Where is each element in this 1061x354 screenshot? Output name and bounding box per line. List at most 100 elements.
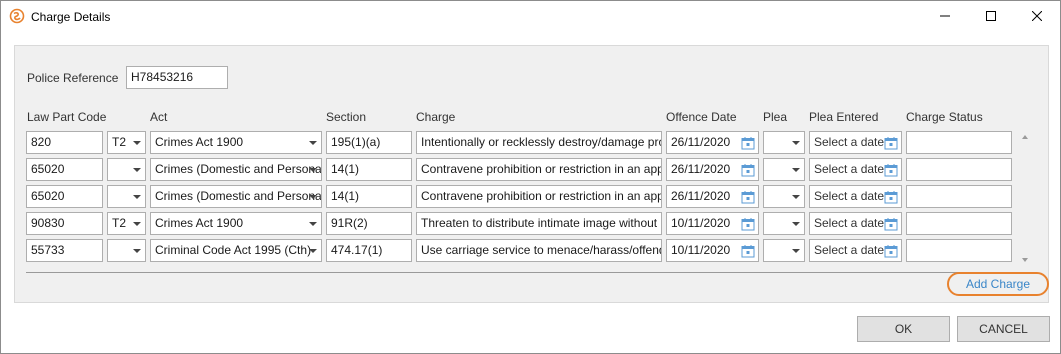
cancel-button[interactable]: CANCEL: [957, 316, 1050, 342]
close-icon: [1032, 11, 1042, 21]
scroll-down-icon[interactable]: [1022, 258, 1028, 262]
act-select[interactable]: Crimes (Domestic and Personal Violence) …: [150, 185, 322, 208]
col-header-act: Act: [150, 110, 168, 124]
offence-date-picker[interactable]: 10/11/2020: [666, 212, 759, 235]
close-button[interactable]: [1014, 1, 1060, 31]
part-select[interactable]: T2: [107, 131, 146, 154]
calendar-icon[interactable]: [884, 136, 898, 150]
offence-date-picker[interactable]: 26/11/2020: [666, 131, 759, 154]
col-header-law-part-code: Law Part Code: [27, 110, 107, 124]
calendar-icon[interactable]: [741, 190, 755, 204]
charge-input[interactable]: Threaten to distribute intimate image wi…: [416, 212, 662, 235]
col-header-section: Section: [326, 110, 367, 124]
law-part-code-input[interactable]: 65020: [26, 185, 103, 208]
plea-select[interactable]: [763, 131, 805, 154]
section-input[interactable]: 91R(2): [326, 212, 412, 235]
act-select[interactable]: Crimes (Domestic and Personal Violence) …: [150, 158, 322, 181]
part-select-value: T2: [112, 135, 127, 149]
part-select[interactable]: [107, 185, 146, 208]
part-select[interactable]: [107, 239, 146, 262]
charge-input[interactable]: Intentionally or recklessly destroy/dama…: [416, 131, 662, 154]
chevron-down-icon: [309, 168, 317, 172]
charge-status-input[interactable]: [906, 212, 1012, 235]
chevron-down-icon: [133, 249, 141, 253]
charge-status-input[interactable]: [906, 185, 1012, 208]
plea-select[interactable]: [763, 158, 805, 181]
offence-date-value: 26/11/2020: [671, 135, 731, 149]
charge-details-dialog: Charge Details Police Reference H7845321…: [0, 0, 1061, 354]
col-header-plea-entered: Plea Entered: [809, 110, 879, 124]
police-reference-input[interactable]: H78453216: [126, 66, 228, 89]
scroll-up-icon[interactable]: [1022, 135, 1028, 139]
section-input[interactable]: 14(1): [326, 185, 412, 208]
chevron-down-icon: [792, 222, 800, 226]
plea-select[interactable]: [763, 239, 805, 262]
plea-entered-value: Select a date: [814, 162, 885, 176]
chevron-down-icon: [792, 168, 800, 172]
police-reference-label: Police Reference: [27, 71, 119, 85]
plea-entered-picker[interactable]: Select a date: [809, 185, 902, 208]
offence-date-value: 10/11/2020: [671, 216, 731, 230]
chevron-down-icon: [133, 168, 141, 172]
law-part-code-input[interactable]: 90830: [26, 212, 103, 235]
minimize-button[interactable]: [922, 1, 968, 31]
law-part-code-input[interactable]: 65020: [26, 158, 103, 181]
act-select-value: Crimes Act 1900: [155, 135, 244, 149]
act-select-value: Criminal Code Act 1995 (Cth): [155, 243, 312, 257]
charge-status-input[interactable]: [906, 131, 1012, 154]
chevron-down-icon: [309, 222, 317, 226]
calendar-icon[interactable]: [884, 163, 898, 177]
plea-entered-value: Select a date: [814, 216, 885, 230]
maximize-icon: [986, 11, 996, 21]
plea-select[interactable]: [763, 212, 805, 235]
add-charge-link[interactable]: Add Charge: [947, 272, 1049, 296]
plea-entered-picker[interactable]: Select a date: [809, 239, 902, 262]
chevron-down-icon: [792, 141, 800, 145]
law-part-code-input[interactable]: 55733: [26, 239, 103, 262]
law-part-code-input[interactable]: 820: [26, 131, 103, 154]
part-select[interactable]: T2: [107, 212, 146, 235]
charge-input[interactable]: Contravene prohibition or restriction in…: [416, 158, 662, 181]
calendar-icon[interactable]: [884, 217, 898, 231]
act-select[interactable]: Crimes Act 1900: [150, 212, 322, 235]
plea-entered-picker[interactable]: Select a date: [809, 158, 902, 181]
app-logo-icon: [9, 8, 25, 24]
col-header-charge: Charge: [416, 110, 456, 124]
charge-status-input[interactable]: [906, 239, 1012, 262]
plea-entered-value: Select a date: [814, 135, 885, 149]
offence-date-picker[interactable]: 10/11/2020: [666, 239, 759, 262]
chevron-down-icon: [133, 222, 141, 226]
calendar-icon[interactable]: [884, 190, 898, 204]
minimize-icon: [940, 11, 950, 21]
act-select[interactable]: Crimes Act 1900: [150, 131, 322, 154]
act-select-value: Crimes (Domestic and Personal Violence) …: [155, 162, 322, 176]
section-input[interactable]: 195(1)(a): [326, 131, 412, 154]
calendar-icon[interactable]: [741, 136, 755, 150]
offence-date-picker[interactable]: 26/11/2020: [666, 158, 759, 181]
plea-entered-picker[interactable]: Select a date: [809, 212, 902, 235]
act-select[interactable]: Criminal Code Act 1995 (Cth): [150, 239, 322, 262]
offence-date-value: 26/11/2020: [671, 162, 731, 176]
part-select[interactable]: [107, 158, 146, 181]
section-input[interactable]: 474.17(1): [326, 239, 412, 262]
act-select-value: Crimes (Domestic and Personal Violence) …: [155, 189, 322, 203]
section-input[interactable]: 14(1): [326, 158, 412, 181]
col-header-charge-status: Charge Status: [906, 110, 983, 124]
col-header-plea: Plea: [763, 110, 788, 124]
charge-input[interactable]: Use carriage service to menace/harass/of…: [416, 239, 662, 262]
act-select-value: Crimes Act 1900: [155, 216, 244, 230]
calendar-icon[interactable]: [741, 244, 755, 258]
calendar-icon[interactable]: [741, 217, 755, 231]
offence-date-picker[interactable]: 26/11/2020: [666, 185, 759, 208]
title-bar: Charge Details: [1, 1, 1060, 31]
calendar-icon[interactable]: [741, 163, 755, 177]
maximize-button[interactable]: [968, 1, 1014, 31]
plea-entered-picker[interactable]: Select a date: [809, 131, 902, 154]
charge-input[interactable]: Contravene prohibition or restriction in…: [416, 185, 662, 208]
part-select-value: T2: [112, 216, 127, 230]
calendar-icon[interactable]: [884, 244, 898, 258]
chevron-down-icon: [309, 249, 317, 253]
plea-select[interactable]: [763, 185, 805, 208]
ok-button[interactable]: OK: [857, 316, 950, 342]
charge-status-input[interactable]: [906, 158, 1012, 181]
